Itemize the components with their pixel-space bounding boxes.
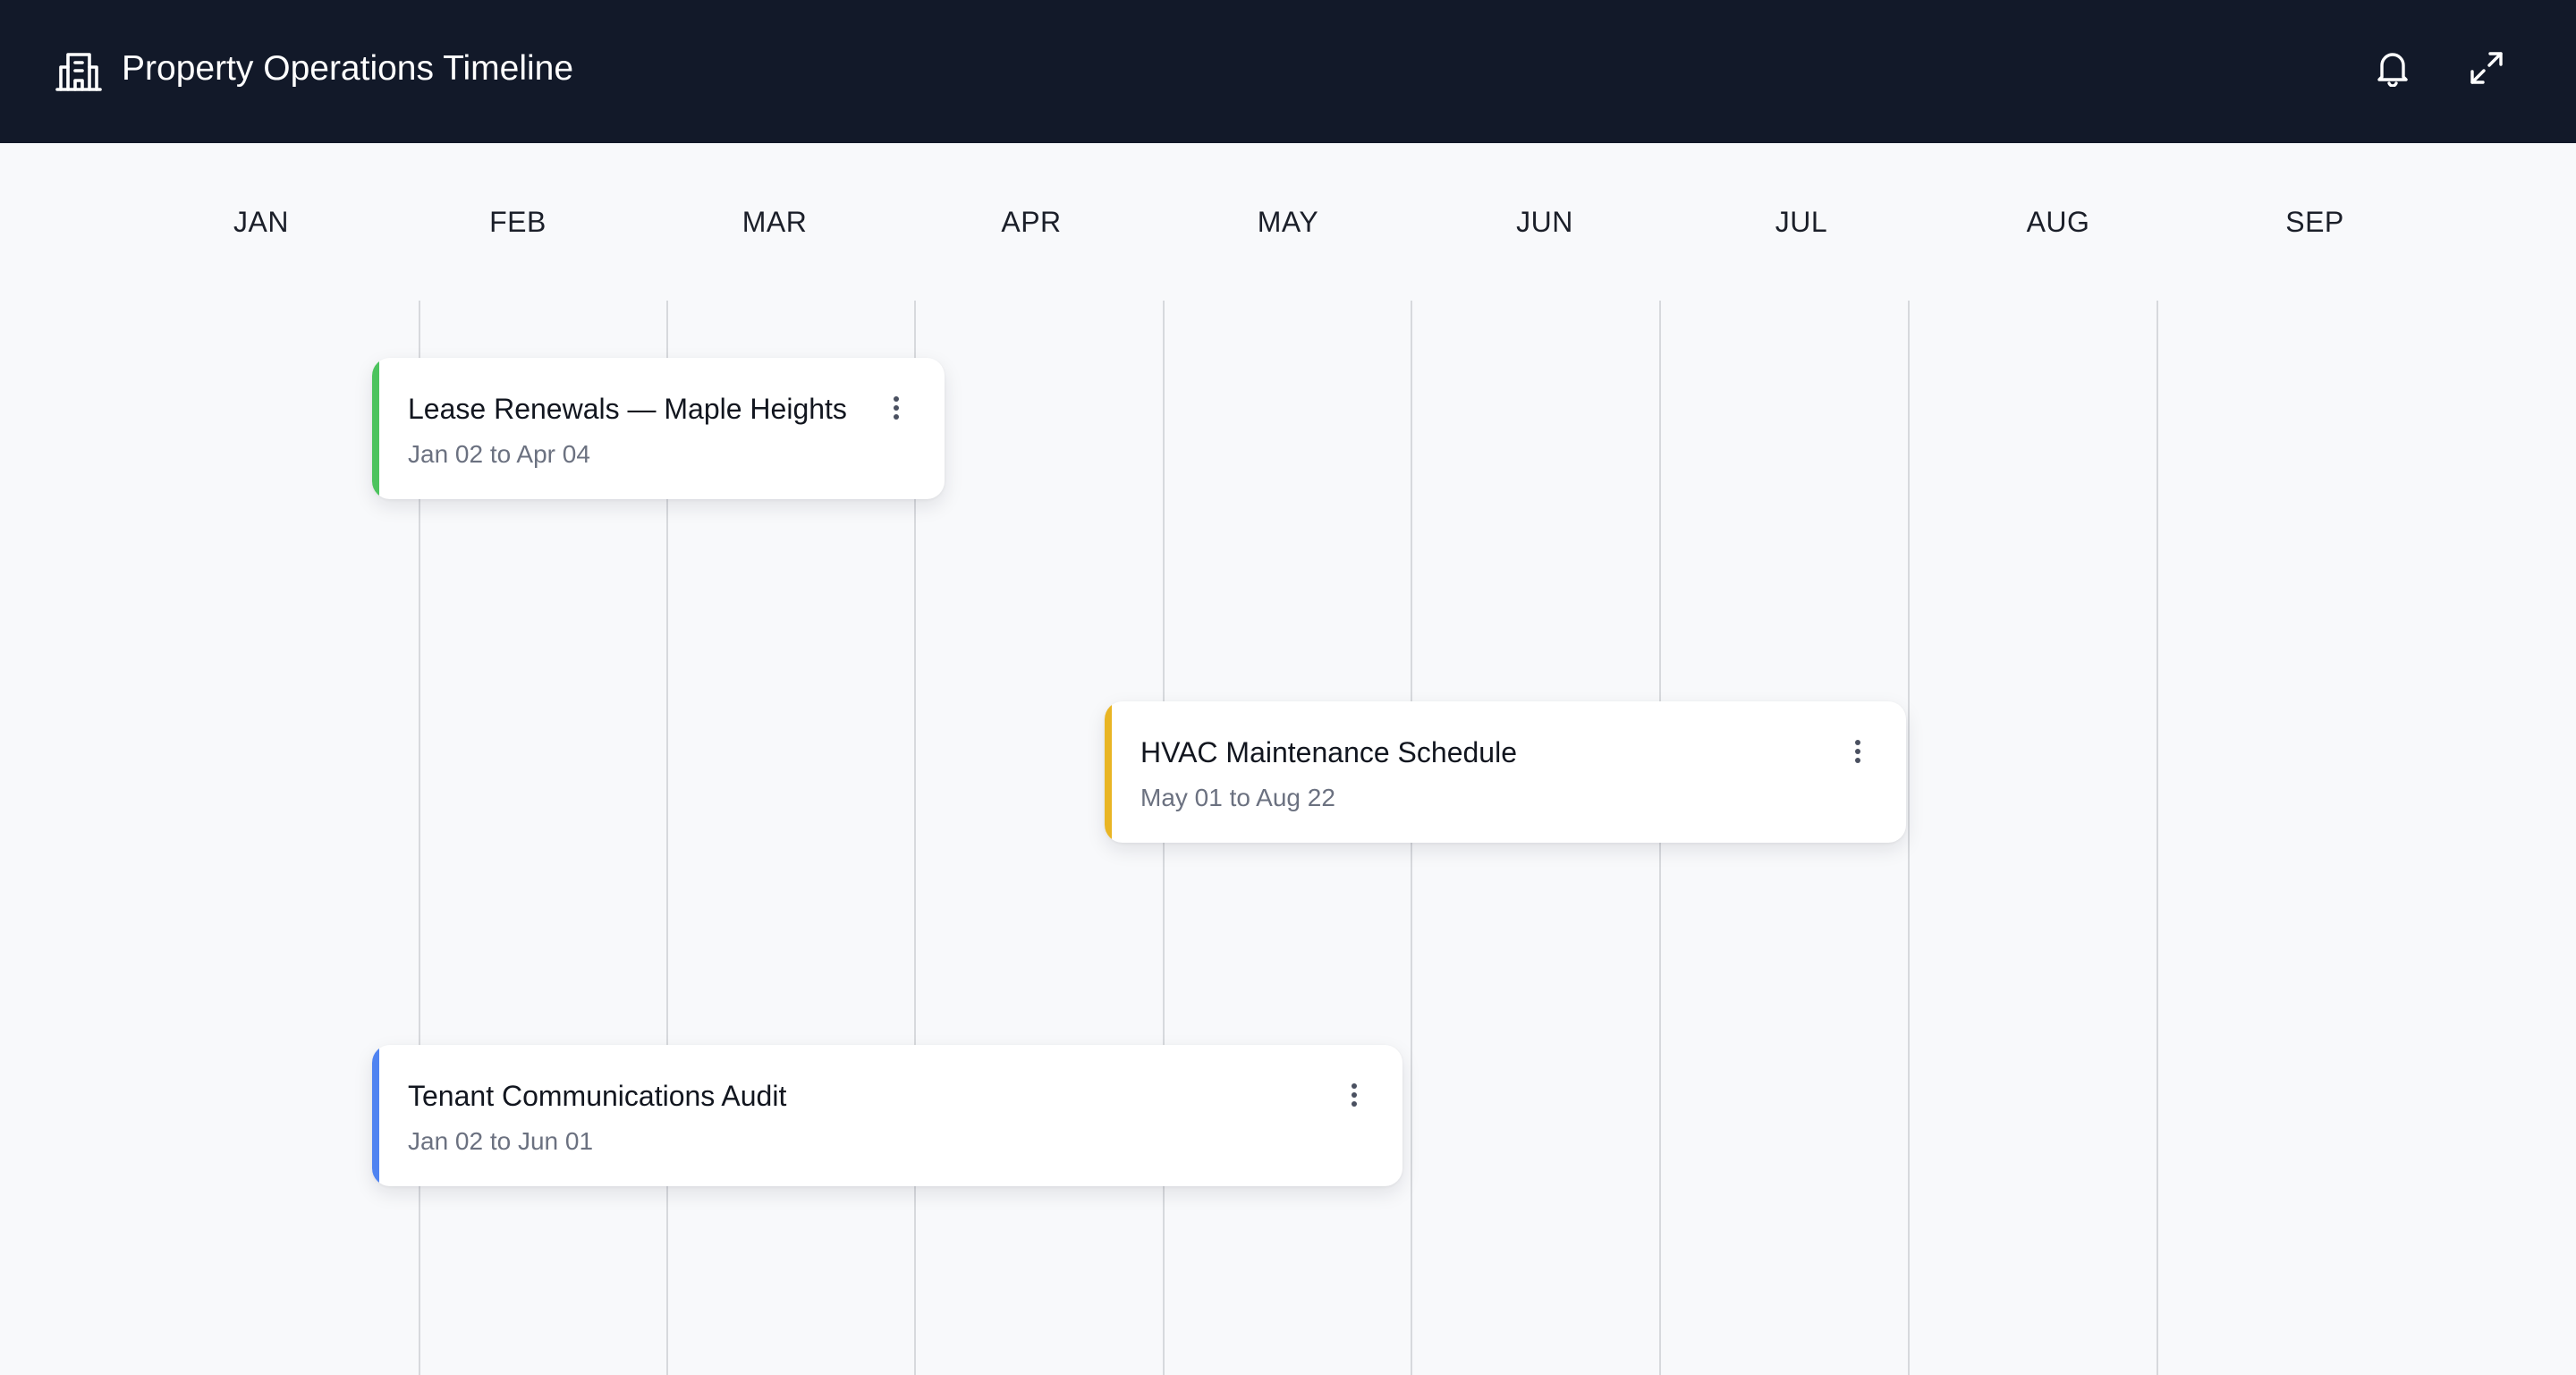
task-accent <box>1105 701 1112 843</box>
app-header: Property Operations Timeline <box>0 0 2576 143</box>
month-label: JUL <box>1775 206 1828 238</box>
fullscreen-button[interactable] <box>2462 45 2512 95</box>
month-label: APR <box>1001 206 1062 238</box>
more-vertical-icon <box>1854 739 1861 768</box>
expand-icon <box>2469 50 2504 90</box>
task-accent <box>372 358 379 499</box>
month-label: SEP <box>2285 206 2344 238</box>
task-accent <box>372 1045 379 1186</box>
month-label: AUG <box>2026 206 2090 238</box>
task-title: Lease Renewals — Maple Heights <box>408 393 847 425</box>
month-label: MAY <box>1257 206 1319 238</box>
more-vertical-icon <box>1351 1082 1358 1112</box>
month-label: JUN <box>1516 206 1573 238</box>
task-dates: Jan 02 to Apr 04 <box>408 440 590 468</box>
month-label: FEB <box>489 206 547 238</box>
task-menu-button[interactable] <box>1338 1077 1370 1116</box>
month-label: JAN <box>233 206 289 238</box>
page-title: Property Operations Timeline <box>122 49 574 88</box>
building-icon <box>55 49 102 92</box>
task-dates: May 01 to Aug 22 <box>1140 784 1335 811</box>
task-card-lease-renewals[interactable]: Lease Renewals — Maple Heights Jan 02 to… <box>372 358 945 499</box>
more-vertical-icon <box>893 395 900 425</box>
task-card-tenant-communications[interactable]: Tenant Communications Audit Jan 02 to Ju… <box>372 1045 1402 1186</box>
task-dates: Jan 02 to Jun 01 <box>408 1127 594 1155</box>
task-menu-button[interactable] <box>880 390 912 429</box>
task-card-hvac-maintenance[interactable]: HVAC Maintenance Schedule May 01 to Aug … <box>1105 701 1906 843</box>
task-menu-button[interactable] <box>1842 734 1874 773</box>
notifications-button[interactable] <box>2368 45 2418 95</box>
month-label: MAR <box>741 206 808 238</box>
bell-icon <box>2375 49 2411 91</box>
task-title: HVAC Maintenance Schedule <box>1140 736 1517 768</box>
grid-line <box>1908 301 1910 1375</box>
task-title: Tenant Communications Audit <box>408 1080 787 1112</box>
grid-line <box>2157 301 2158 1375</box>
